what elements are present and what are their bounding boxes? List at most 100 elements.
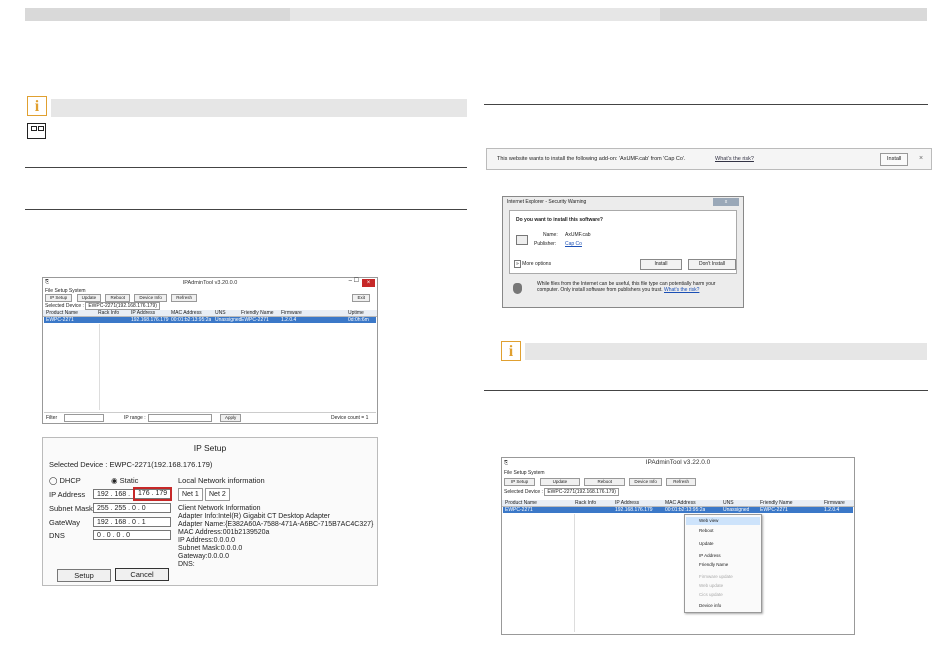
ipadmin-window: IPAdminTool v3.20.0.0 ⎘ – ☐ × File Setup… [42, 277, 378, 424]
close-icon[interactable]: x [713, 198, 739, 206]
setup-button[interactable]: Setup [57, 569, 111, 582]
filter-checkbox-label[interactable]: Filter [46, 415, 57, 421]
install-button[interactable]: Install [880, 153, 909, 166]
col-header[interactable]: Rack Info [98, 310, 119, 316]
security-warning-dialog: Internet Explorer - Security Warning x D… [502, 196, 744, 308]
tab-net1[interactable]: Net 1 [178, 488, 203, 501]
dns-label: DNS [49, 531, 65, 540]
col-header[interactable]: Product Name [505, 500, 537, 506]
col-header[interactable]: Friendly Name [760, 500, 793, 506]
divider [25, 167, 467, 168]
reboot-button[interactable]: Reboot [584, 478, 625, 486]
update-button[interactable]: Update [539, 478, 581, 486]
menu-item-web-update[interactable]: Web update [699, 583, 723, 589]
close-icon[interactable]: × [362, 279, 375, 287]
col-header[interactable]: Uptime [348, 310, 364, 316]
selected-device: Selected Device : EWPC-2271(192.168.176.… [45, 302, 160, 310]
col-header[interactable]: Firmware [824, 500, 845, 506]
window-title: IPAdminTool v3.22.0.0 [645, 459, 711, 466]
install-button[interactable]: Install [640, 259, 682, 270]
divider [484, 390, 928, 391]
menu-file[interactable]: File [504, 470, 512, 476]
dhcp-radio[interactable]: ◯ DHCP [49, 476, 81, 485]
menu-item-friendly-name[interactable]: Friendly Name [699, 562, 728, 568]
toolbar: IP Setup Update Reboot Device Info Refre… [45, 294, 200, 302]
dns-field[interactable]: 0 . 0 . 0 . 0 [93, 530, 171, 540]
radio-selected-icon: ◉ [111, 476, 120, 485]
subnet-field[interactable]: 255 . 255 . 0 . 0 [93, 503, 171, 513]
ie-install-bar: This website wants to install the follow… [486, 148, 932, 170]
update-button[interactable]: Update [76, 294, 102, 302]
tab-net2[interactable]: Net 2 [205, 488, 230, 501]
risk-link[interactable]: What's the risk? [715, 149, 754, 169]
window-title: IPAdminTool v3.20.0.0 [182, 280, 238, 286]
col-header[interactable]: MAC Address [171, 310, 202, 316]
col-header[interactable]: Friendly Name [241, 310, 274, 316]
close-icon[interactable]: × [919, 149, 923, 169]
exit-button[interactable]: Exit [352, 294, 370, 302]
ip-address-label: IP Address [49, 490, 86, 499]
menu-item-firmware-update[interactable]: Firmware update [699, 574, 733, 580]
gateway-field[interactable]: 192 . 168 . 0 . 1 [93, 517, 171, 527]
page-header-bar-mid [290, 8, 660, 21]
selected-device-value: EWPC-2271(192.168.176.179) [544, 488, 619, 496]
ip-suffix: 176 . 179 [138, 490, 168, 497]
menu-setup[interactable]: Setup [513, 470, 526, 476]
table-row[interactable]: EWPC-2271 192.168.176.179 00:01:b2:13:95… [503, 507, 853, 513]
dialog-question: Do you want to install this software? [516, 217, 603, 223]
menu-item-device-info[interactable]: Device info [699, 603, 721, 609]
device-info-button[interactable]: Device Info [134, 294, 167, 302]
name-value: AxUMF.cab [565, 232, 591, 238]
ip-setup-button[interactable]: IP Setup [504, 478, 536, 486]
col-header[interactable]: UNS [723, 500, 734, 506]
refresh-button[interactable]: Refresh [666, 478, 697, 486]
menu-bar: File Setup System [504, 470, 545, 476]
name-label: Name: [543, 232, 558, 238]
dont-install-button[interactable]: Don't Install [688, 259, 736, 270]
ip-range-input[interactable] [148, 414, 212, 422]
subnet-label: Subnet Mask [49, 504, 93, 513]
col-header[interactable]: MAC Address [665, 500, 696, 506]
refresh-button[interactable]: Refresh [171, 294, 198, 302]
menu-item-ip-address[interactable]: IP Address [699, 553, 721, 559]
gateway-label: GateWay [49, 518, 80, 527]
apply-button[interactable]: Apply [220, 414, 242, 422]
window-title: IP Setup [193, 443, 227, 453]
table-row[interactable]: EWPC-2271 192.168.176.179 00:01:b2:13:95… [44, 317, 376, 323]
col-header[interactable]: IP Address [615, 500, 639, 506]
warning-text: While files from the Internet can be use… [537, 281, 716, 293]
filter-input[interactable] [64, 414, 104, 422]
local-network-heading: Local Network information [178, 476, 265, 485]
menu-system[interactable]: System [528, 470, 545, 476]
publisher-link[interactable]: Cap Co [565, 241, 582, 247]
static-radio[interactable]: ◉ Static [111, 476, 138, 485]
more-options[interactable]: » More options [514, 260, 551, 268]
menu-item-update[interactable]: Update [699, 541, 714, 547]
cancel-button[interactable]: Cancel [115, 568, 169, 581]
dialog-title: Internet Explorer - Security Warning [507, 199, 587, 205]
ip-setup-button[interactable]: IP Setup [45, 294, 73, 302]
col-header[interactable]: Product Name [46, 310, 78, 316]
device-count: Device count = 1 [331, 415, 369, 421]
menu-item-cics-update[interactable]: Cics update [699, 592, 723, 598]
radio-icon: ◯ [49, 476, 60, 485]
col-header[interactable]: Firmware [281, 310, 302, 316]
reboot-button[interactable]: Reboot [105, 294, 130, 302]
minimize-icon[interactable]: – ☐ [349, 278, 359, 284]
note-bar [51, 99, 467, 117]
col-header[interactable]: Rack Info [575, 500, 596, 506]
col-header[interactable]: UNS [215, 310, 226, 316]
device-info-button[interactable]: Device Info [629, 478, 662, 486]
risk-link[interactable]: What's the risk? [664, 287, 699, 293]
menu-highlight [686, 517, 760, 525]
selected-device: Selected Device : EWPC-2271(192.168.176.… [504, 488, 619, 496]
col-header[interactable]: IP Address [131, 310, 155, 316]
selected-device: Selected Device : EWPC-2271(192.168.176.… [49, 460, 213, 469]
column-divider [99, 324, 100, 410]
menu-item-web-view[interactable]: Web view [699, 518, 718, 524]
menu-item-reboot[interactable]: Reboot [699, 528, 714, 534]
shield-icon [513, 283, 522, 294]
ipadmin-window: IPAdminTool v3.22.0.0 ⎘ File Setup Syste… [501, 457, 855, 635]
selected-device-label: Selected Device : [504, 489, 543, 495]
divider [25, 209, 467, 210]
